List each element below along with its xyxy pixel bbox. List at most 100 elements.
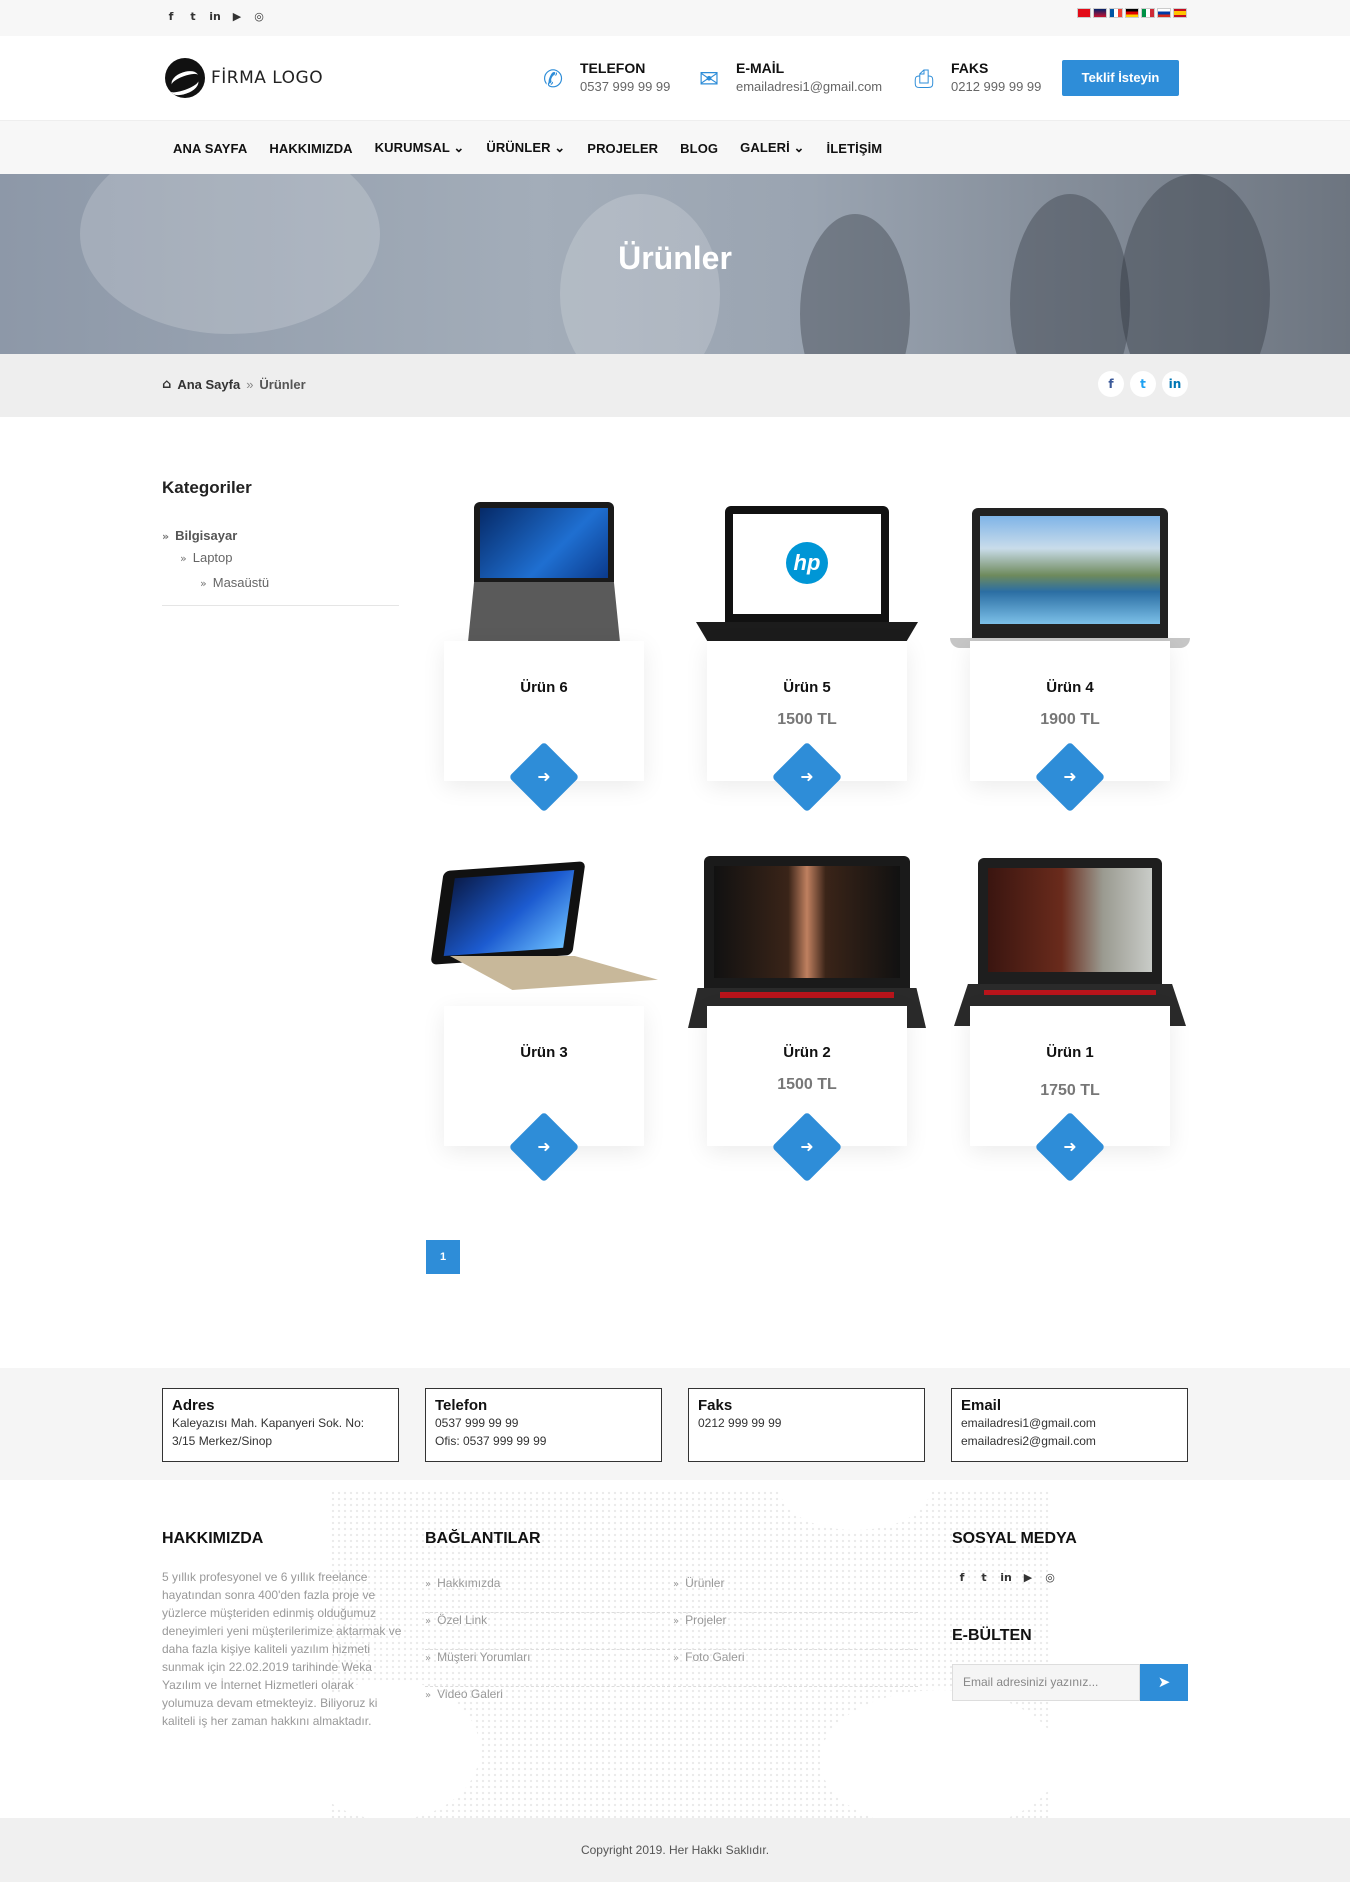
product-price: 1900 TL	[1040, 711, 1100, 728]
product-image[interactable]	[688, 856, 926, 1028]
flag-es-icon[interactable]	[1173, 8, 1187, 18]
contact-fax: ⎙ FAKS 0212 999 99 99	[909, 60, 1041, 94]
newsletter-submit-button[interactable]: ➤	[1140, 1664, 1188, 1701]
home-icon: ⌂	[162, 377, 172, 392]
nav-item-about[interactable]: HAKKIMIZDA	[269, 141, 352, 156]
footer-social-links: f t in ▶ ◎	[956, 1571, 1056, 1585]
newsletter-email-input[interactable]: Email adresinizi yazınız...	[952, 1664, 1140, 1701]
instagram-icon[interactable]: ◎	[1044, 1571, 1056, 1585]
flag-fr-icon[interactable]	[1109, 8, 1123, 18]
flag-tr-icon[interactable]	[1077, 8, 1091, 18]
nav-item-products[interactable]: ÜRÜNLER ⌄	[486, 140, 565, 156]
arrow-right-icon: ➜	[537, 1137, 551, 1156]
product-image[interactable]	[954, 858, 1186, 1026]
info-box-title: Faks	[698, 1397, 733, 1414]
arrow-right-icon: ➜	[800, 767, 814, 786]
nav-item-projects[interactable]: PROJELER	[587, 141, 658, 156]
top-social-links: f t in ▶ ◎	[165, 10, 265, 24]
contact-fax-title: FAKS	[951, 60, 989, 76]
info-box-line: Kaleyazısı Mah. Kapanyeri Sok. No:	[172, 1416, 365, 1430]
breadcrumb-separator: »	[246, 377, 254, 392]
product-price: 1500 TL	[777, 1076, 837, 1093]
page-title: Ürünler	[618, 240, 732, 276]
product-detail-button[interactable]: ➜	[508, 741, 580, 813]
flag-gb-icon[interactable]	[1093, 8, 1107, 18]
footer-link[interactable]: » Özel Link	[425, 1613, 670, 1650]
product-image[interactable]	[464, 502, 624, 642]
twitter-icon[interactable]: t	[187, 10, 199, 24]
category-laptop[interactable]: » Laptop	[180, 550, 233, 565]
facebook-icon[interactable]: f	[165, 10, 177, 24]
contact-email-title: E-MAİL	[736, 60, 785, 76]
breadcrumb-home[interactable]: Ana Sayfa	[177, 377, 240, 392]
site-logo[interactable]: FİRMA LOGO	[165, 58, 323, 98]
product-name[interactable]: Ürün 6	[444, 679, 644, 696]
instagram-icon[interactable]: ◎	[253, 10, 265, 24]
footer-about-title: HAKKIMIZDA	[162, 1530, 264, 1547]
arrow-right-icon: ➜	[800, 1137, 814, 1156]
pagination-page[interactable]: 1	[426, 1240, 460, 1274]
info-box-line: Ofis: 0537 999 99 99	[435, 1434, 547, 1448]
product-image[interactable]	[950, 506, 1190, 648]
product-detail-button[interactable]: ➜	[771, 1111, 843, 1183]
share-linkedin-icon[interactable]: in	[1162, 371, 1188, 397]
info-box-email: Email emailadresi1@gmail.com emailadresi…	[951, 1388, 1188, 1462]
logo-mark-icon	[165, 58, 205, 98]
footer-link[interactable]: » Projeler	[673, 1613, 918, 1650]
sidebar-divider	[162, 605, 399, 606]
nav-item-corporate[interactable]: KURUMSAL ⌄	[375, 140, 465, 156]
footer-link[interactable]: » Video Galeri	[425, 1687, 670, 1724]
nav-item-home[interactable]: ANA SAYFA	[173, 141, 247, 156]
product-image[interactable]	[430, 861, 658, 990]
product-detail-button[interactable]: ➜	[771, 741, 843, 813]
twitter-icon[interactable]: t	[978, 1571, 990, 1585]
categories-title: Kategoriler	[162, 478, 252, 497]
share-twitter-icon[interactable]: t	[1130, 371, 1156, 397]
contact-phone-value: 0537 999 99 99	[580, 79, 671, 94]
breadcrumb-bar: ⌂ Ana Sayfa » Ürünler f t in	[0, 354, 1350, 417]
printer-icon: ⎙	[914, 65, 934, 93]
linkedin-icon[interactable]: in	[209, 10, 221, 24]
info-box-line[interactable]: emailadresi2@gmail.com	[961, 1432, 1178, 1450]
product-detail-button[interactable]: ➜	[1034, 741, 1106, 813]
category-desktop[interactable]: » Masaüstü	[200, 575, 269, 590]
footer-link[interactable]: » Ürünler	[673, 1576, 918, 1613]
product-image[interactable]: hp	[696, 506, 918, 652]
chevron-right-icon: »	[200, 577, 207, 590]
share-facebook-icon[interactable]: f	[1098, 371, 1124, 397]
linkedin-icon[interactable]: in	[1000, 1571, 1012, 1585]
flag-de-icon[interactable]	[1125, 8, 1139, 18]
product-name[interactable]: Ürün 2	[707, 1044, 907, 1061]
flag-it-icon[interactable]	[1141, 8, 1155, 18]
youtube-icon[interactable]: ▶	[1022, 1571, 1034, 1585]
product-detail-button[interactable]: ➜	[508, 1111, 580, 1183]
contact-email-value: emailadresi1@gmail.com	[736, 79, 883, 94]
contact-email: ✉ E-MAİL emailadresi1@gmail.com	[694, 60, 882, 94]
product-name[interactable]: Ürün 5	[707, 679, 907, 696]
chevron-right-icon: »	[180, 552, 187, 565]
footer-newsletter-title: E-BÜLTEN	[952, 1627, 1032, 1644]
footer-link[interactable]: » Foto Galeri	[673, 1650, 918, 1687]
nav-item-contact[interactable]: İLETİŞİM	[827, 141, 883, 156]
footer-link[interactable]: » Hakkımızda	[425, 1576, 670, 1613]
product-name[interactable]: Ürün 3	[444, 1044, 644, 1061]
top-bar: f t in ▶ ◎	[0, 0, 1350, 36]
info-box-line: 0537 999 99 99	[435, 1416, 519, 1430]
category-computer[interactable]: » Bilgisayar	[162, 528, 237, 543]
facebook-icon[interactable]: f	[956, 1571, 968, 1585]
contact-phone-title: TELEFON	[580, 60, 646, 76]
nav-item-gallery[interactable]: GALERİ ⌄	[740, 140, 804, 156]
info-box-phone: Telefon 0537 999 99 99 Ofis: 0537 999 99…	[425, 1388, 662, 1462]
info-box-line[interactable]: emailadresi1@gmail.com	[961, 1414, 1178, 1432]
product-name[interactable]: Ürün 4	[970, 679, 1170, 696]
nav-item-blog[interactable]: BLOG	[680, 141, 718, 156]
footer-link[interactable]: » Müşteri Yorumları	[425, 1650, 670, 1687]
request-quote-button[interactable]: Teklif İsteyin	[1062, 60, 1179, 96]
youtube-icon[interactable]: ▶	[231, 10, 243, 24]
arrow-right-icon: ➜	[1063, 1137, 1077, 1156]
flag-ru-icon[interactable]	[1157, 8, 1171, 18]
main-nav: ANA SAYFA HAKKIMIZDA KURUMSAL ⌄ ÜRÜNLER …	[0, 120, 1350, 174]
category-label: Laptop	[192, 550, 233, 565]
product-detail-button[interactable]: ➜	[1034, 1111, 1106, 1183]
product-name[interactable]: Ürün 1	[970, 1044, 1170, 1061]
